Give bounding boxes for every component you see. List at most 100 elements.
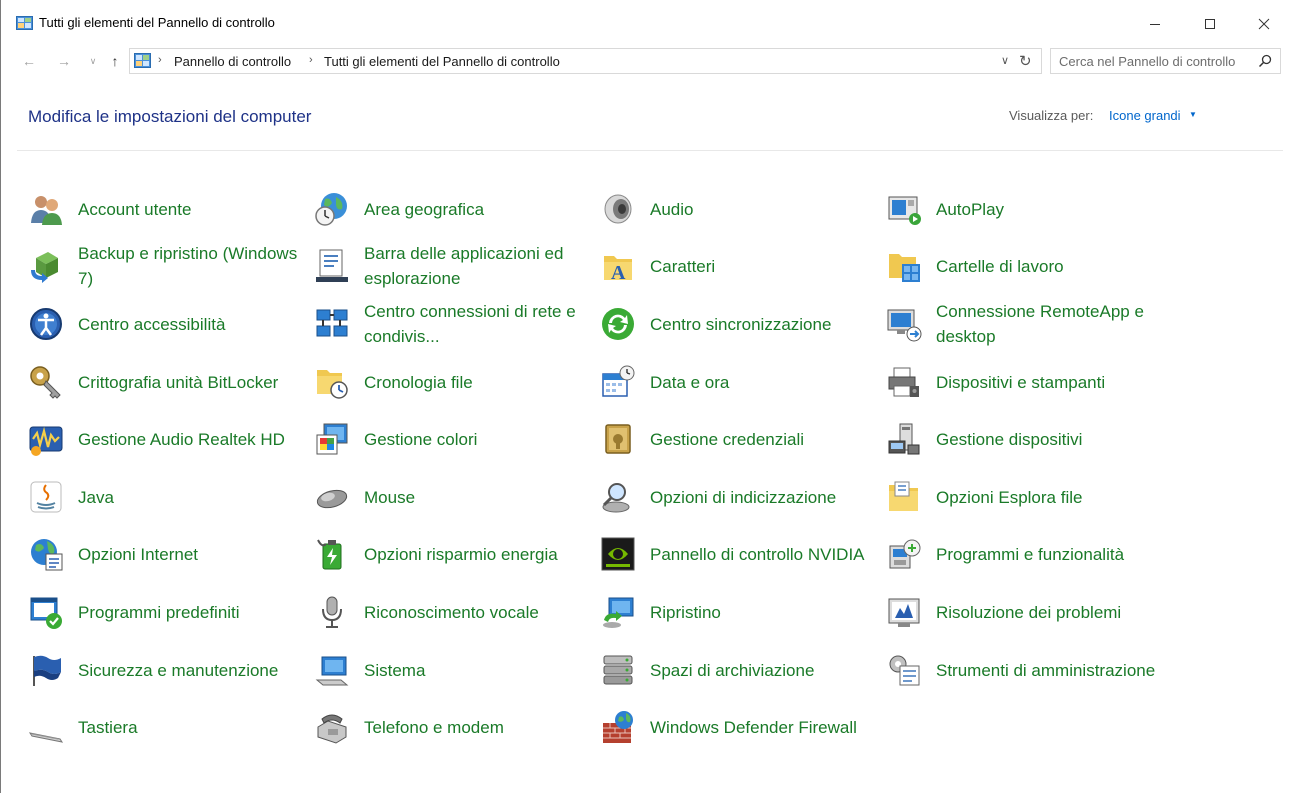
- control-panel-item[interactable]: Barra delle applicazioni ed esplorazione: [314, 238, 599, 294]
- control-panel-item[interactable]: Crittografia unità BitLocker: [28, 354, 313, 410]
- control-panel-item[interactable]: Backup e ripristino (Windows 7): [28, 238, 313, 294]
- control-panel-item[interactable]: Opzioni Internet: [28, 526, 313, 582]
- control-panel-item[interactable]: Connessione RemoteApp e desktop: [886, 296, 1171, 352]
- control-panel-item[interactable]: Risoluzione dei problemi: [886, 584, 1171, 640]
- control-panel-item[interactable]: Gestione dispositivi: [886, 411, 1171, 467]
- backup-icon: [28, 248, 64, 284]
- globe-clock-icon: [314, 191, 350, 227]
- control-panel-item-label[interactable]: Crittografia unità BitLocker: [78, 354, 310, 410]
- control-panel-item-label[interactable]: Opzioni Internet: [78, 526, 310, 582]
- control-panel-item[interactable]: Area geografica: [314, 181, 599, 237]
- control-panel-item-label[interactable]: Tastiera: [78, 699, 310, 755]
- control-panel-item-label[interactable]: Gestione colori: [364, 411, 596, 467]
- control-panel-item-label[interactable]: Cronologia file: [364, 354, 596, 410]
- control-panel-item[interactable]: Centro connessioni di rete e condivis...: [314, 296, 599, 352]
- control-panel-item-label[interactable]: Dispositivi e stampanti: [936, 354, 1168, 410]
- control-panel-item-label[interactable]: Audio: [650, 181, 882, 237]
- control-panel-item-label[interactable]: Java: [78, 469, 310, 525]
- control-panel-item-label[interactable]: Connessione RemoteApp e desktop: [936, 296, 1168, 352]
- control-panel-item-label[interactable]: Backup e ripristino (Windows 7): [78, 238, 310, 294]
- control-panel-item-label[interactable]: Programmi e funzionalità: [936, 526, 1168, 582]
- control-panel-item[interactable]: Dispositivi e stampanti: [886, 354, 1171, 410]
- control-panel-item-label[interactable]: Programmi predefiniti: [78, 584, 310, 640]
- work-folders-icon: [886, 248, 922, 284]
- control-panel-item-label[interactable]: Sistema: [364, 642, 596, 698]
- control-panel-item[interactable]: AutoPlay: [886, 181, 1171, 237]
- bitlocker-key-icon: [28, 364, 64, 400]
- default-programs-icon: [28, 594, 64, 630]
- control-panel-item[interactable]: Centro sincronizzazione: [600, 296, 885, 352]
- control-panel-item[interactable]: Ripristino: [600, 584, 885, 640]
- control-panel-item-label[interactable]: Windows Defender Firewall: [650, 699, 882, 755]
- control-panel-item-label[interactable]: Barra delle applicazioni ed esplorazione: [364, 238, 596, 294]
- control-panel-item-label[interactable]: Spazi di archiviazione: [650, 642, 882, 698]
- control-panel-item-label[interactable]: Opzioni di indicizzazione: [650, 469, 882, 525]
- power-options-icon: [314, 536, 350, 572]
- control-panel-item-label[interactable]: Area geografica: [364, 181, 596, 237]
- control-panel-item-label[interactable]: Pannello di controllo NVIDIA: [650, 526, 882, 582]
- control-panel-item-label[interactable]: AutoPlay: [936, 181, 1168, 237]
- control-panel-item-label[interactable]: Strumenti di amministrazione: [936, 642, 1168, 698]
- control-panel-item[interactable]: A Caratteri: [600, 238, 885, 294]
- control-panel-item-label[interactable]: Caratteri: [650, 238, 882, 294]
- control-panel-item[interactable]: Pannello di controllo NVIDIA: [600, 526, 885, 582]
- control-panel-item[interactable]: Audio: [600, 181, 885, 237]
- control-panel-item-label[interactable]: Account utente: [78, 181, 310, 237]
- control-panel-item[interactable]: Account utente: [28, 181, 313, 237]
- control-panel-item[interactable]: Cartelle di lavoro: [886, 238, 1171, 294]
- troubleshoot-icon: [886, 594, 922, 630]
- control-panel-item[interactable]: Riconoscimento vocale: [314, 584, 599, 640]
- control-panel-item[interactable]: Gestione credenziali: [600, 411, 885, 467]
- control-panel-item-label[interactable]: Gestione Audio Realtek HD: [78, 411, 310, 467]
- keyboard-icon: [28, 709, 64, 745]
- control-panel-item-label[interactable]: Cartelle di lavoro: [936, 238, 1168, 294]
- control-panel-item[interactable]: Gestione Audio Realtek HD: [28, 411, 313, 467]
- control-panel-item[interactable]: Strumenti di amministrazione: [886, 642, 1171, 698]
- control-panel-item-label[interactable]: Gestione credenziali: [650, 411, 882, 467]
- control-panel-item-label[interactable]: Data e ora: [650, 354, 882, 410]
- control-panel-item[interactable]: Cronologia file: [314, 354, 599, 410]
- control-panel-item-label[interactable]: Ripristino: [650, 584, 882, 640]
- file-history-icon: [314, 364, 350, 400]
- control-panel-item[interactable]: Opzioni di indicizzazione: [600, 469, 885, 525]
- remoteapp-icon: [886, 306, 922, 342]
- folder-options-icon: [886, 479, 922, 515]
- control-panel-item-label[interactable]: Centro sincronizzazione: [650, 296, 882, 352]
- mouse-icon: [314, 479, 350, 515]
- accessibility-icon: [28, 306, 64, 342]
- control-panel-item[interactable]: Java: [28, 469, 313, 525]
- control-panel-item[interactable]: Centro accessibilità: [28, 296, 313, 352]
- control-panel-item[interactable]: Opzioni risparmio energia: [314, 526, 599, 582]
- control-panel-item[interactable]: Tastiera: [28, 699, 313, 755]
- control-panel-item[interactable]: Programmi e funzionalità: [886, 526, 1171, 582]
- control-panel-item-label[interactable]: Centro accessibilità: [78, 296, 310, 352]
- control-panel-item[interactable]: Windows Defender Firewall: [600, 699, 885, 755]
- control-panel-item-label[interactable]: Opzioni risparmio energia: [364, 526, 596, 582]
- control-panel-item[interactable]: Spazi di archiviazione: [600, 642, 885, 698]
- microphone-icon: [314, 594, 350, 630]
- control-panel-item[interactable]: Mouse: [314, 469, 599, 525]
- control-panel-item-label[interactable]: Gestione dispositivi: [936, 411, 1168, 467]
- system-icon: [314, 652, 350, 688]
- control-panel-item[interactable]: Programmi predefiniti: [28, 584, 313, 640]
- sync-icon: [600, 306, 636, 342]
- control-panel-item[interactable]: Opzioni Esplora file: [886, 469, 1171, 525]
- control-panel-item[interactable]: Data e ora: [600, 354, 885, 410]
- control-panel-item-label[interactable]: Mouse: [364, 469, 596, 525]
- java-icon: [28, 479, 64, 515]
- control-panel-item-label[interactable]: Riconoscimento vocale: [364, 584, 596, 640]
- svg-text:A: A: [611, 262, 626, 284]
- control-panel-item[interactable]: Sicurezza e manutenzione: [28, 642, 313, 698]
- programs-icon: [886, 536, 922, 572]
- control-panel-item[interactable]: Telefono e modem: [314, 699, 599, 755]
- control-panel-item-label[interactable]: Centro connessioni di rete e condivis...: [364, 296, 596, 352]
- control-panel-item-label[interactable]: Sicurezza e manutenzione: [78, 642, 310, 698]
- control-panel-item[interactable]: Gestione colori: [314, 411, 599, 467]
- control-panel-item-label[interactable]: Risoluzione dei problemi: [936, 584, 1168, 640]
- users-icon: [28, 191, 64, 227]
- control-panel-item-label[interactable]: Telefono e modem: [364, 699, 596, 755]
- color-management-icon: [314, 421, 350, 457]
- control-panel-item[interactable]: Sistema: [314, 642, 599, 698]
- control-panel-item-label[interactable]: Opzioni Esplora file: [936, 469, 1168, 525]
- realtek-audio-icon: [28, 421, 64, 457]
